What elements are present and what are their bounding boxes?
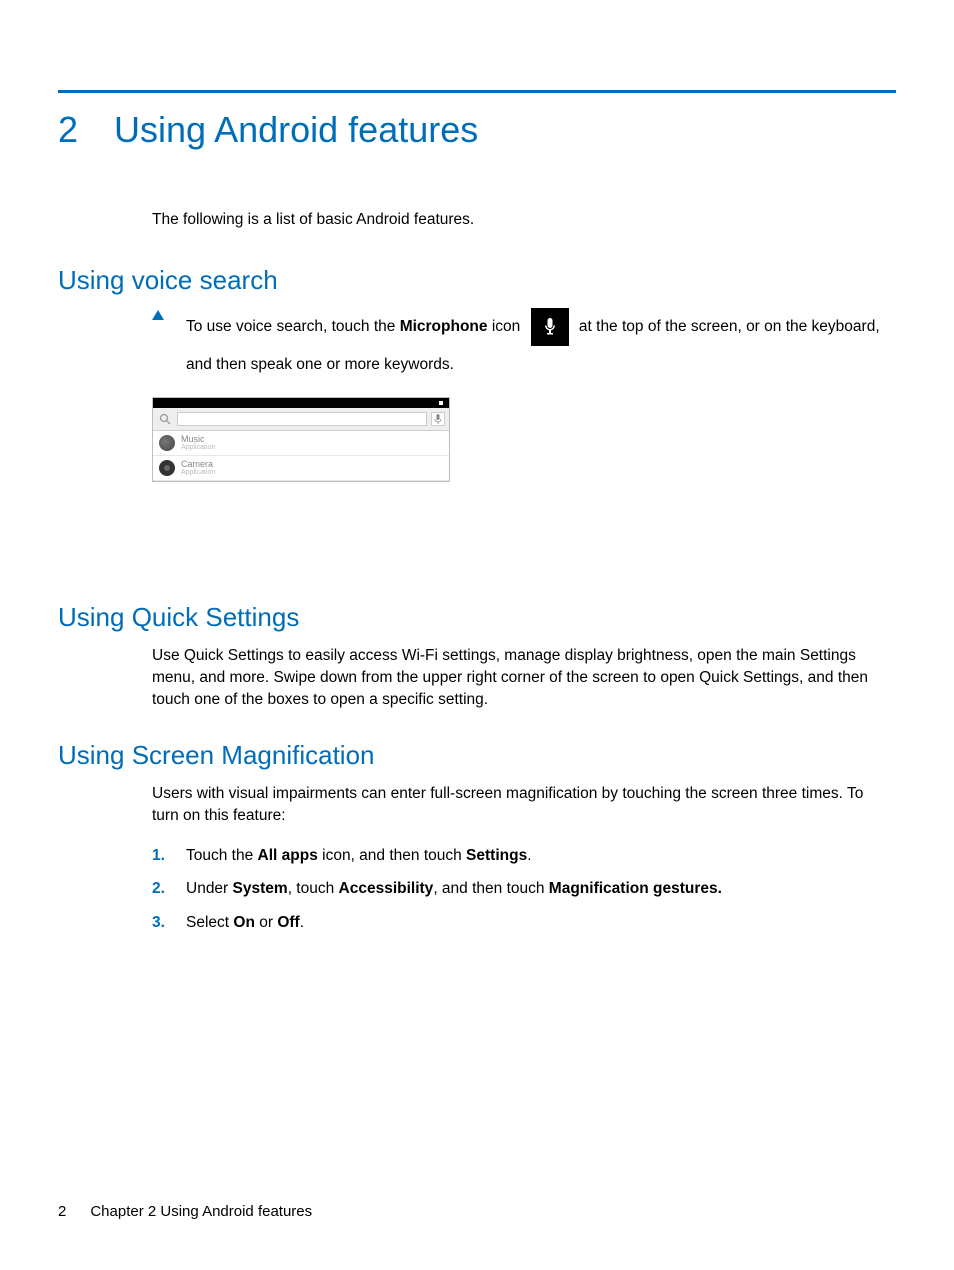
bold-system: System xyxy=(233,880,288,897)
result-title: Music xyxy=(181,435,215,444)
chapter-number: 2 xyxy=(58,109,78,151)
screenshot-result-row: Camera Application xyxy=(153,456,449,481)
step-item: Select On or Off. xyxy=(152,912,896,934)
text-fragment: or xyxy=(255,914,277,931)
text-fragment: To use voice search, touch the xyxy=(186,318,400,335)
bold-on: On xyxy=(233,914,255,931)
screenshot-statusbar xyxy=(153,398,449,408)
step-item: Touch the All apps icon, and then touch … xyxy=(152,845,896,867)
voice-search-paragraph: To use voice search, touch the Microphon… xyxy=(186,308,896,383)
result-subtitle: Application xyxy=(181,469,215,476)
chapter-title: Using Android features xyxy=(114,109,478,151)
text-fragment: Touch the xyxy=(186,847,258,864)
text-fragment: icon, and then touch xyxy=(318,847,466,864)
bold-microphone: Microphone xyxy=(400,318,488,335)
intro-paragraph: The following is a list of basic Android… xyxy=(152,211,876,229)
magnification-steps: Touch the All apps icon, and then touch … xyxy=(152,845,896,934)
section-heading-voice-search: Using voice search xyxy=(58,265,896,296)
chapter-header: 2 Using Android features xyxy=(58,109,896,151)
page-number: 2 xyxy=(58,1203,66,1220)
bold-accessibility: Accessibility xyxy=(339,880,434,897)
microphone-icon xyxy=(431,412,445,426)
bold-magnification-gestures: Magnification gestures. xyxy=(549,880,722,897)
text-fragment: icon xyxy=(488,318,525,335)
bullet-triangle-icon xyxy=(152,310,164,320)
chapter-rule xyxy=(58,90,896,93)
music-app-icon xyxy=(159,435,175,451)
bold-all-apps: All apps xyxy=(258,847,318,864)
bold-off: Off xyxy=(277,914,299,931)
screenshot-search-input xyxy=(177,412,427,426)
screen-magnification-paragraph: Users with visual impairments can enter … xyxy=(152,783,876,826)
text-fragment: Under xyxy=(186,880,233,897)
result-title: Camera xyxy=(181,460,215,469)
text-fragment: . xyxy=(527,847,531,864)
text-fragment: , and then touch xyxy=(433,880,548,897)
screenshot-result-row: Music Application xyxy=(153,431,449,456)
step-item: Under System, touch Accessibility, and t… xyxy=(152,878,896,900)
voice-search-step: To use voice search, touch the Microphon… xyxy=(152,308,896,383)
voice-search-screenshot: Music Application Camera Application xyxy=(152,397,450,482)
bold-settings: Settings xyxy=(466,847,527,864)
page-footer: 2 Chapter 2 Using Android features xyxy=(58,1203,312,1220)
quick-settings-paragraph: Use Quick Settings to easily access Wi-F… xyxy=(152,645,876,710)
camera-app-icon xyxy=(159,460,175,476)
search-icon xyxy=(157,411,173,427)
screenshot-search-row xyxy=(153,408,449,431)
text-fragment: Select xyxy=(186,914,233,931)
text-fragment: , touch xyxy=(288,880,339,897)
footer-chapter-label: Chapter 2 Using Android features xyxy=(90,1203,312,1220)
section-heading-quick-settings: Using Quick Settings xyxy=(58,602,896,633)
section-heading-screen-magnification: Using Screen Magnification xyxy=(58,740,896,771)
microphone-icon xyxy=(531,308,569,346)
result-subtitle: Application xyxy=(181,444,215,451)
text-fragment: . xyxy=(300,914,304,931)
